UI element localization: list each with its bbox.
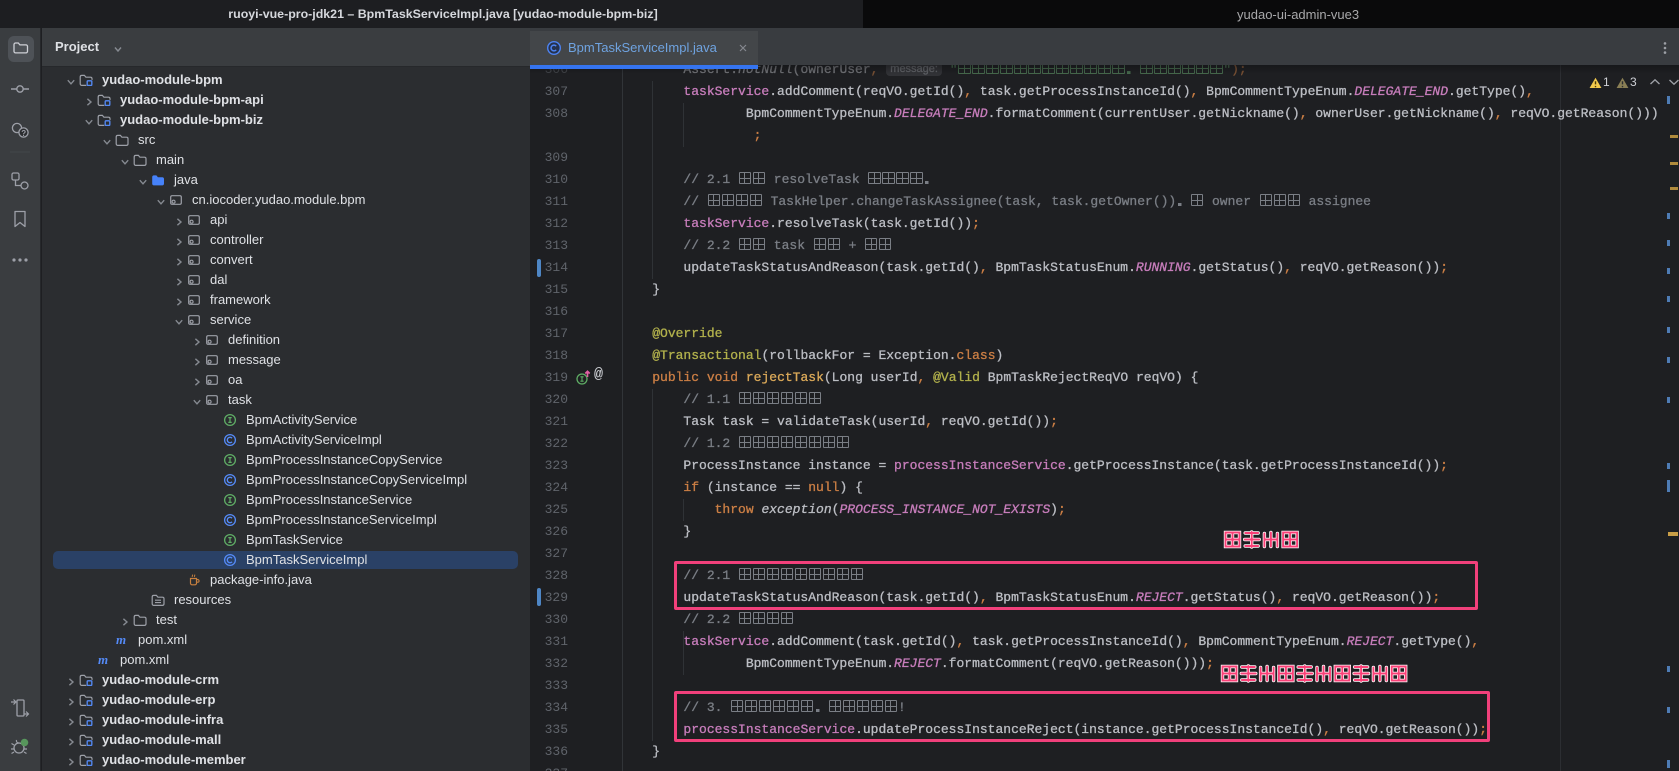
svg-text:m: m (116, 632, 126, 647)
svg-text:m: m (98, 652, 108, 667)
